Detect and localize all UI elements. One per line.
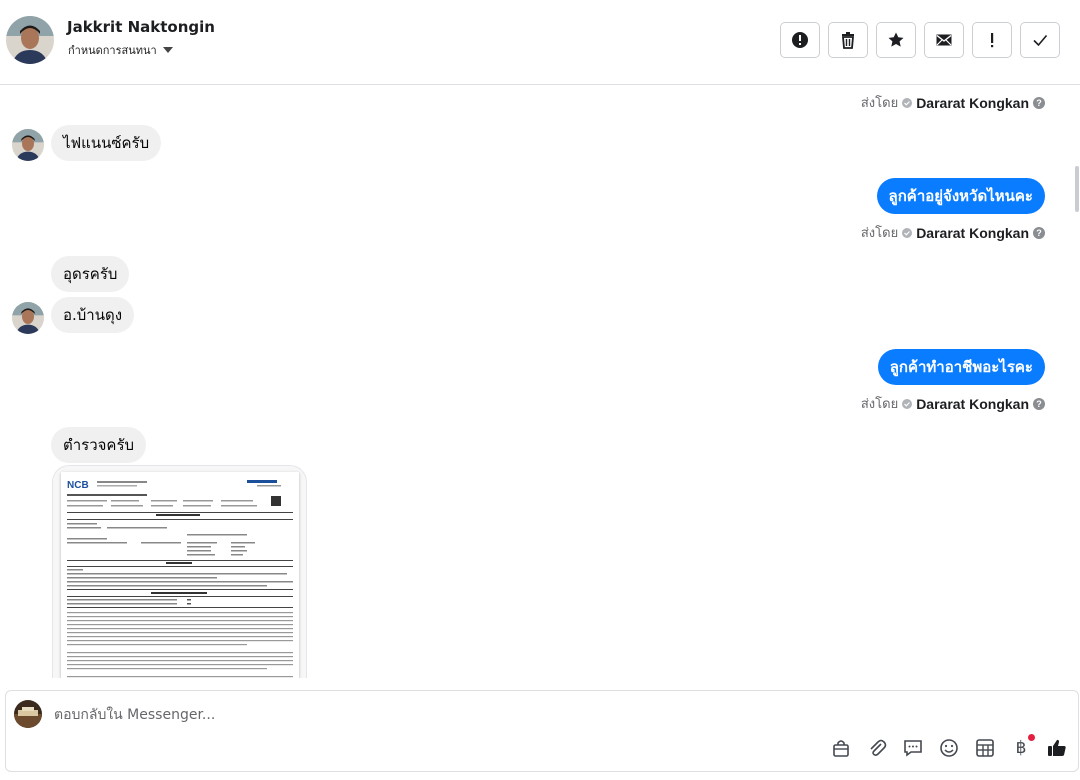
notification-dot <box>1028 734 1035 741</box>
table-button[interactable] <box>974 737 996 759</box>
follow-up-button[interactable] <box>972 22 1012 58</box>
help-icon[interactable]: ? <box>1033 397 1045 410</box>
shopping-bag-icon <box>833 740 849 757</box>
emoji-button[interactable] <box>938 737 960 759</box>
verified-icon <box>902 227 913 238</box>
message-bubble-incoming[interactable]: ตำรวจครับ <box>51 427 147 463</box>
verified-icon <box>902 398 913 409</box>
mark-unread-button[interactable] <box>924 22 964 58</box>
attach-file-button[interactable] <box>866 737 888 759</box>
document-logo-text: NCB <box>67 480 89 491</box>
message-bubble-outgoing[interactable]: ลูกค้าอยู่จังหวัดไหนคะ <box>876 178 1045 214</box>
table-icon <box>976 739 994 757</box>
delete-button[interactable] <box>828 22 868 58</box>
exclamation-icon <box>991 33 994 48</box>
shopping-bag-button[interactable] <box>830 737 852 759</box>
baht-icon: ฿ <box>1015 738 1027 758</box>
paperclip-icon <box>870 739 887 756</box>
message-bubble-outgoing[interactable]: ลูกค้าทำอาชีพอะไรคะ <box>877 349 1045 385</box>
document-preview: NCB <box>61 472 299 678</box>
page-avatar <box>14 700 42 728</box>
star-icon <box>888 32 904 47</box>
assign-conversation-dropdown[interactable]: กำหนดการสนทนา <box>68 41 173 59</box>
alert-circle-icon <box>792 32 808 48</box>
chevron-down-icon <box>162 47 173 53</box>
sent-by-agent: Dararat Kongkan <box>916 94 1029 111</box>
assign-label: กำหนดการสนทนา <box>68 44 157 57</box>
sent-by-agent: Dararat Kongkan <box>916 395 1029 412</box>
sent-by-prefix: ส่งโดย <box>860 396 899 411</box>
mark-done-button[interactable] <box>1020 22 1060 58</box>
image-attachment[interactable]: NCB <box>53 466 306 678</box>
spam-button[interactable] <box>780 22 820 58</box>
help-icon[interactable]: ? <box>1033 226 1045 239</box>
check-icon <box>1033 34 1048 47</box>
sent-by-label: ส่งโดย Dararat Kongkan ? <box>861 222 1045 243</box>
reply-composer: ฿ <box>5 690 1079 772</box>
like-button[interactable] <box>1046 737 1068 759</box>
scrollbar[interactable] <box>1074 86 1080 678</box>
message-bubble-incoming[interactable]: ไฟแนนซ์ครับ <box>51 125 162 161</box>
emoji-icon <box>940 739 958 757</box>
conversation-header: Jakkrit Naktongin กำหนดการสนทนา <box>0 0 1080 85</box>
contact-avatar <box>12 302 44 334</box>
header-actions <box>780 22 1060 58</box>
verified-icon <box>902 97 913 108</box>
message-bubble-incoming[interactable]: อุดรครับ <box>51 256 130 292</box>
sent-by-agent: Dararat Kongkan <box>916 224 1029 241</box>
saved-reply-icon <box>904 740 922 757</box>
sent-by-label: ส่งโดย Dararat Kongkan ? <box>861 92 1045 113</box>
envelope-icon <box>936 34 952 46</box>
star-button[interactable] <box>876 22 916 58</box>
trash-icon <box>842 32 854 49</box>
message-bubble-incoming[interactable]: อ.บ้านดุง <box>51 297 135 333</box>
sent-by-prefix: ส่งโดย <box>860 95 899 110</box>
composer-toolbar: ฿ <box>830 734 1068 759</box>
saved-reply-button[interactable] <box>902 737 924 759</box>
contact-avatar <box>12 129 44 161</box>
payment-button[interactable]: ฿ <box>1010 734 1035 759</box>
message-thread[interactable]: ส่งโดย Dararat Kongkan ? ไฟแนนซ์ครับ ลูก… <box>0 86 1080 678</box>
thumbs-up-icon <box>1048 739 1066 756</box>
help-icon[interactable]: ? <box>1033 96 1045 109</box>
contact-avatar[interactable] <box>6 16 54 64</box>
reply-input[interactable] <box>54 704 754 726</box>
scrollbar-thumb[interactable] <box>1075 166 1079 212</box>
sent-by-prefix: ส่งโดย <box>860 225 899 240</box>
contact-name[interactable]: Jakkrit Naktongin <box>67 18 215 36</box>
sent-by-label: ส่งโดย Dararat Kongkan ? <box>861 393 1045 414</box>
